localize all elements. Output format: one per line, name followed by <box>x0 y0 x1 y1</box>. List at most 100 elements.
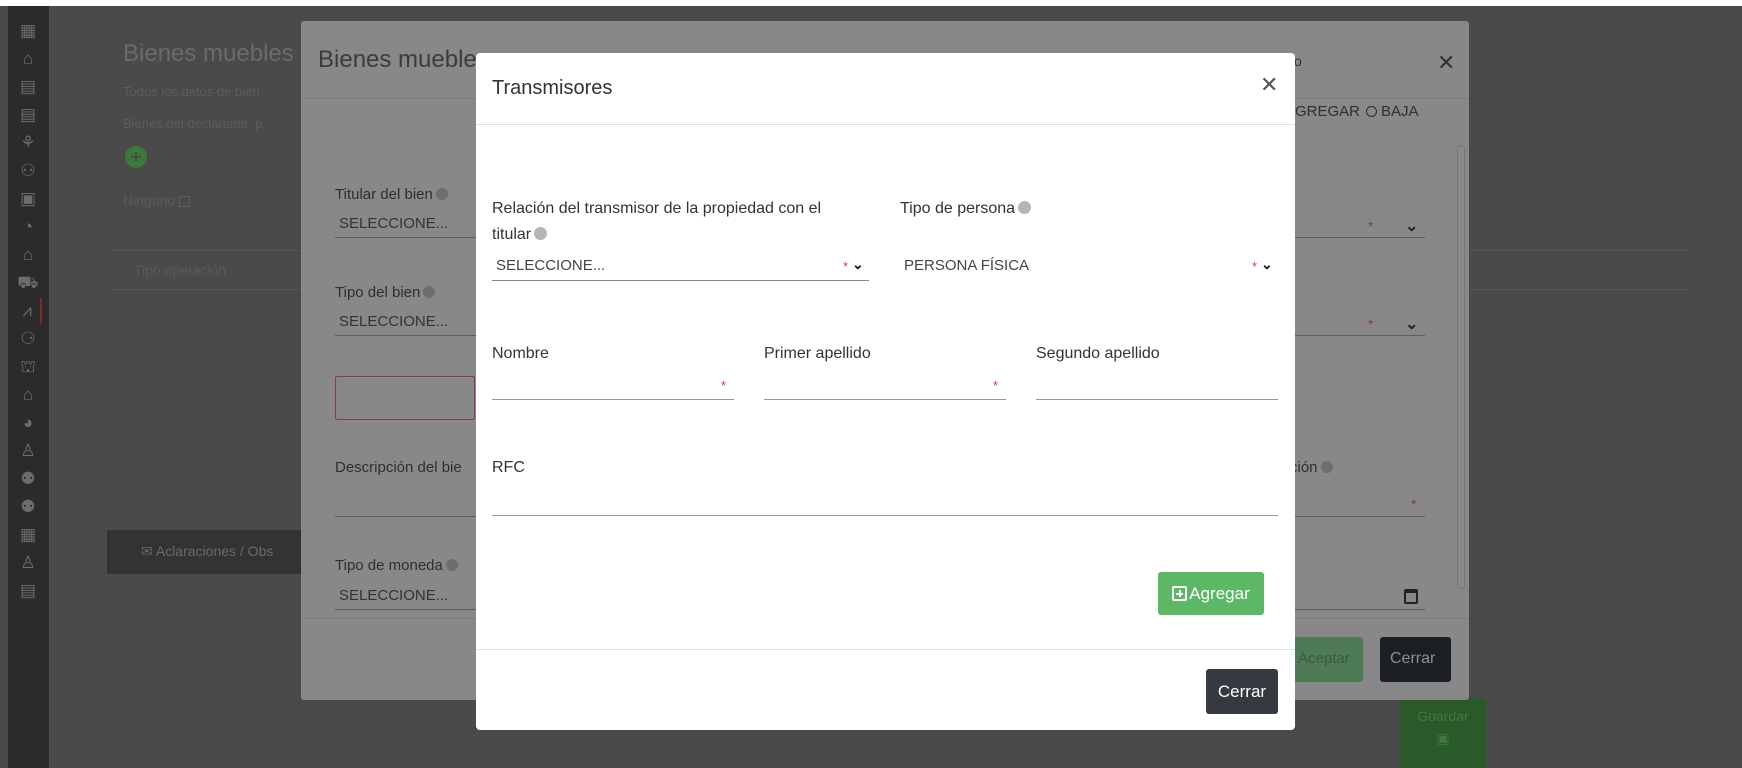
person-icon[interactable]: ♙ <box>14 438 42 464</box>
help-icon <box>1320 461 1333 473</box>
handshake-icon[interactable]: ⚆ <box>14 326 42 352</box>
agregar-label: Agregar <box>1189 584 1250 603</box>
page-subtitle-1: Todos los datos de bien <box>123 84 260 99</box>
tipo-persona-select[interactable]: PERSONA FÍSICA <box>900 252 1280 281</box>
required-asterisk: * <box>843 259 849 274</box>
ninguno-label: Ninguno <box>123 192 176 208</box>
chevron-down-icon[interactable]: ⌄ <box>852 256 864 273</box>
dollar-house-icon[interactable]: ⌂ <box>14 382 42 408</box>
people-icon[interactable]: ⚉ <box>14 466 42 492</box>
relacion-label: Relación del transmisor de la propiedad … <box>492 196 862 248</box>
radio-agregar-label[interactable]: AGREGAR <box>1285 103 1360 120</box>
required-asterisk: * <box>1368 316 1374 332</box>
guardar-button[interactable]: Guardar ▣ <box>1400 698 1486 768</box>
add-circle-icon[interactable]: + <box>125 146 147 168</box>
nombre-input[interactable] <box>492 370 734 400</box>
tipo-bien-label-text: Tipo del bien <box>335 284 421 301</box>
required-asterisk: * <box>721 378 727 393</box>
required-asterisk: * <box>1368 218 1374 234</box>
close-icon[interactable]: ✕ <box>1260 73 1278 97</box>
help-icon <box>423 286 436 298</box>
operation-radio-group[interactable]: AGREGAR BAJA <box>1285 103 1419 120</box>
calendar-icon[interactable] <box>1404 589 1418 604</box>
help-icon <box>1018 201 1032 214</box>
user-check-icon[interactable]: ♙ <box>14 550 42 576</box>
chevron-down-icon[interactable]: ⌄ <box>1261 256 1273 273</box>
briefcase-icon[interactable]: ▣ <box>14 186 42 212</box>
segundo-apellido-input[interactable] <box>1036 370 1278 400</box>
rfc-label: RFC <box>492 459 525 476</box>
mid-dialog-close-icon[interactable]: ✕ <box>1437 50 1455 76</box>
page-subtitle-2: Bienes del declarante, p <box>123 116 263 131</box>
chevron-down-icon[interactable]: ⌄ <box>1405 314 1418 334</box>
required-asterisk: * <box>1252 259 1258 274</box>
ninguno-checkbox-row[interactable]: Ninguno <box>123 192 191 208</box>
help-icon <box>445 559 458 571</box>
help-icon <box>534 227 548 240</box>
required-asterisk: * <box>1411 496 1417 512</box>
chevron-down-icon[interactable]: ⌄ <box>1405 216 1418 236</box>
aceptar-button[interactable]: Aceptar <box>1294 637 1363 682</box>
help-icon <box>435 188 448 200</box>
tipo-operacion-header: Tipo operación <box>134 262 227 278</box>
radio-baja[interactable] <box>1366 106 1378 117</box>
plus-square-icon <box>1172 586 1188 601</box>
ninguno-checkbox[interactable] <box>179 195 191 207</box>
mid-header-partial-text: o <box>1294 53 1302 69</box>
bank-icon[interactable]: ⛫ <box>14 354 42 380</box>
mail-icon: ✉ <box>141 543 156 559</box>
mid-dialog-title: Bienes muebles <box>318 46 489 73</box>
group-icon[interactable]: ⚉ <box>14 494 42 520</box>
modal-footer-divider <box>476 649 1295 650</box>
mid-cerrar-button[interactable]: Cerrar <box>1380 637 1451 682</box>
house-icon[interactable]: ⌂ <box>14 242 42 268</box>
titular-label: Titular del bien <box>335 186 448 203</box>
cerrar-button[interactable]: Cerrar <box>1206 669 1278 714</box>
network-icon[interactable]: ⚘ <box>14 130 42 156</box>
ubicacion-partial-label: ción <box>1290 459 1333 476</box>
aclaraciones-button[interactable]: ✉ Aclaraciones / Obs <box>107 530 307 574</box>
document-icon[interactable]: ▤ <box>14 74 42 100</box>
descripcion-input[interactable] <box>335 491 476 517</box>
modal-header: Transmisores ✕ <box>476 53 1295 125</box>
chart-icon[interactable]: ◔ <box>14 214 42 240</box>
mid-dialog-scrollbar[interactable] <box>1457 145 1465 589</box>
titular-label-text: Titular del bien <box>335 186 433 203</box>
tipo-moneda-select[interactable]: SELECCIONE... <box>335 584 476 610</box>
radio-baja-label[interactable]: BAJA <box>1381 103 1419 120</box>
calendar-icon[interactable]: ▦ <box>14 18 42 44</box>
segundo-apellido-label: Segundo apellido <box>1036 345 1160 362</box>
primer-apellido-input[interactable] <box>764 370 1006 400</box>
primer-apellido-label: Primer apellido <box>764 345 871 362</box>
tipo-persona-label-text: Tipo de persona <box>900 200 1016 217</box>
error-field-box[interactable] <box>335 376 475 420</box>
nombre-label: Nombre <box>492 345 549 362</box>
relacion-label-line2: titular <box>492 222 862 248</box>
car-icon[interactable]: ⛟ <box>14 270 42 296</box>
trend-icon[interactable]: ▦ <box>14 522 42 548</box>
rfc-input[interactable] <box>492 486 1278 516</box>
line-chart-icon[interactable]: ⩘ <box>14 298 42 324</box>
relacion-label-line1: Relación del transmisor de la propiedad … <box>492 200 822 217</box>
transmisores-modal: Transmisores ✕ Relación del transmisor d… <box>476 53 1295 730</box>
family-icon[interactable]: ⚇ <box>14 158 42 184</box>
tipo-bien-label: Tipo del bien <box>335 284 436 301</box>
required-asterisk: * <box>993 378 999 393</box>
relacion-select[interactable]: SELECCIONE... <box>492 252 869 281</box>
document-list-icon[interactable]: ▤ <box>14 102 42 128</box>
tipo-moneda-label: Tipo de moneda <box>335 557 458 574</box>
tipo-bien-select[interactable]: SELECCIONE... <box>335 310 476 336</box>
home-icon[interactable]: ⌂ <box>14 46 42 72</box>
relacion-label-line2-text: titular <box>492 226 532 243</box>
tipo-persona-label: Tipo de persona <box>900 196 1032 222</box>
titular-select[interactable]: SELECCIONE... <box>335 212 476 238</box>
agregar-button[interactable]: Agregar <box>1158 572 1264 615</box>
descripcion-label: Descripción del bie <box>335 459 462 476</box>
modal-title: Transmisores <box>492 77 613 99</box>
tipo-moneda-label-text: Tipo de moneda <box>335 557 443 574</box>
save-icon: ▣ <box>1436 730 1450 746</box>
right-input-3[interactable] <box>1295 491 1425 517</box>
checklist-icon[interactable]: ▤ <box>14 578 42 604</box>
pie-chart-icon[interactable]: ◕ <box>14 410 42 436</box>
page-title: Bienes muebles <box>123 40 294 67</box>
